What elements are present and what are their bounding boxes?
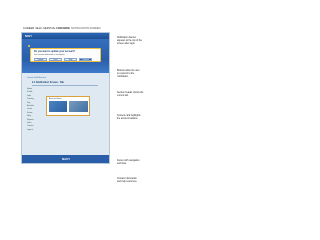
annotation-line: screen after login. bbox=[117, 43, 136, 45]
annotation-line: and help resources. bbox=[117, 181, 138, 183]
annotation: Buttons allow the user to respond to the… bbox=[117, 70, 140, 79]
continue-button[interactable]: Continue bbox=[79, 57, 92, 61]
header-right-label: BALANCE NOTIFICATION SCREEN bbox=[58, 27, 101, 30]
annotation-line: and links. bbox=[117, 163, 127, 165]
divider bbox=[32, 85, 98, 86]
dialog-title: Do you want to update your account? bbox=[34, 50, 76, 53]
content-card: Account Status bbox=[46, 96, 90, 116]
section-title: 2.1 Notification Screen - Tab bbox=[32, 81, 64, 84]
page-subtitle: Career Self-Service bbox=[27, 77, 47, 79]
later-button[interactable]: Later bbox=[49, 57, 62, 61]
page: CAREER SELF-SERVICE ACCOUNT BALANCE NOTI… bbox=[0, 0, 204, 204]
dialog-message: Your session information is incomplete. bbox=[34, 54, 66, 56]
card-image bbox=[69, 101, 88, 112]
footer: NAVY bbox=[22, 155, 109, 163]
annotation: Footer with navigation and links. bbox=[117, 160, 139, 166]
left-nav: Home Profile Jobs Training Pay Benefits … bbox=[27, 88, 43, 132]
brand-logo[interactable]: NAVY bbox=[25, 35, 32, 38]
annotation-line: current tab. bbox=[117, 95, 129, 97]
annotation-line: the account balance. bbox=[117, 118, 139, 120]
card-title: Account Status bbox=[49, 98, 62, 100]
annotation: Section header shows the current tab. bbox=[117, 92, 143, 98]
notification-dialog: Do you want to update your account? Your… bbox=[30, 48, 101, 62]
screen-mockup: NAVY Do you want to update your account?… bbox=[21, 32, 110, 164]
skip-button[interactable]: Skip bbox=[64, 57, 77, 61]
footer-logo[interactable]: NAVY bbox=[62, 157, 70, 161]
card-image bbox=[49, 101, 67, 112]
annotation: Content card highlights the account bala… bbox=[117, 115, 141, 121]
update-button[interactable]: Update bbox=[34, 57, 47, 61]
nav-item[interactable]: Logout bbox=[27, 129, 43, 132]
annotation: Contact information and help resources. bbox=[117, 178, 137, 184]
annotation-line: notification. bbox=[117, 76, 129, 78]
annotation: Notification banner appears at the top o… bbox=[117, 37, 142, 46]
